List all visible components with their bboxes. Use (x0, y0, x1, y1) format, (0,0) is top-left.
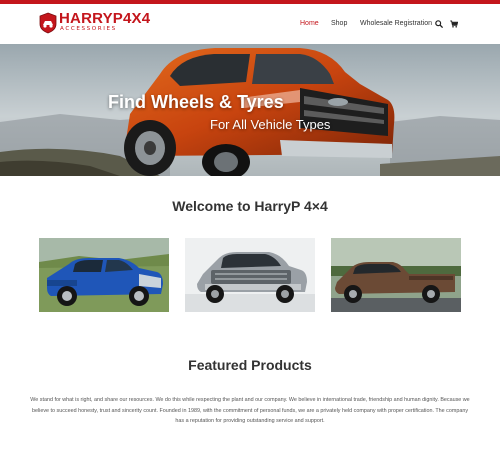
company-description: We stand for what is right, and share ou… (30, 397, 470, 424)
hero-banner: Find Wheels & Tyres For All Vehicle Type… (0, 44, 500, 176)
bronze-pickup-truck-image (331, 238, 461, 312)
logo-badge-icon (39, 12, 57, 34)
gallery-item-bronze-pickup-truck[interactable] (331, 238, 461, 312)
gallery-item-silver-pickup-truck[interactable] (185, 238, 315, 312)
featured-products-heading: Featured Products (188, 357, 312, 373)
hero-title: Find Wheels & Tyres (108, 92, 284, 112)
site-logo[interactable]: HARRYP4X4 ACCESSORIES (38, 11, 150, 36)
welcome-heading: Welcome to HarryP 4×4 (172, 198, 328, 214)
nav-item-home[interactable]: Home (300, 17, 319, 31)
cart-icon[interactable] (450, 20, 458, 28)
nav-item-wholesale-registration[interactable]: Wholesale Registration (360, 17, 432, 31)
nav-item-shop[interactable]: Shop (331, 17, 347, 31)
search-icon[interactable] (435, 20, 443, 28)
gallery-item-blue-pickup-truck[interactable] (39, 238, 169, 312)
site-header: HARRYP4X4 ACCESSORIES Home Shop Wholesal… (0, 4, 500, 44)
blue-pickup-truck-image (39, 238, 169, 312)
logo-tagline: ACCESSORIES (60, 26, 117, 32)
silver-pickup-truck-image (185, 238, 315, 312)
logo-title: HARRYP4X4 (59, 10, 151, 27)
hero-subtitle: For All Vehicle Types (210, 117, 331, 132)
